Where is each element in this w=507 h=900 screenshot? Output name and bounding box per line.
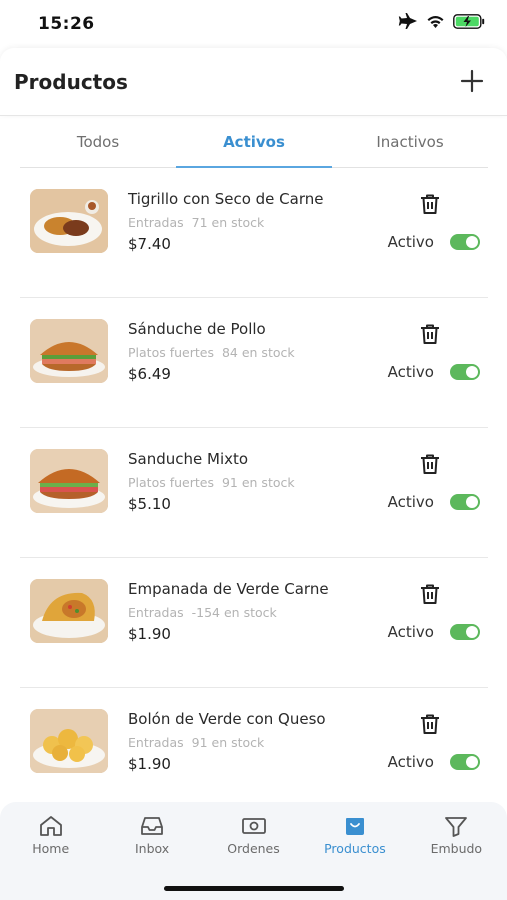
status-time: 15:26 bbox=[38, 14, 95, 34]
product-image bbox=[30, 189, 108, 253]
toggle-knob bbox=[466, 236, 478, 248]
active-toggle[interactable] bbox=[450, 754, 480, 770]
trash-icon[interactable] bbox=[418, 322, 442, 346]
funnel-icon bbox=[445, 817, 468, 837]
product-row[interactable]: Sánduche de Pollo Platos fuertes 84 en st… bbox=[20, 298, 488, 428]
trash-icon[interactable] bbox=[418, 582, 442, 606]
nav-embudo[interactable]: Embudo bbox=[406, 814, 507, 856]
trash-icon[interactable] bbox=[418, 192, 442, 216]
product-name: Empanada de Verde Carne bbox=[128, 580, 329, 598]
airplane-icon bbox=[398, 13, 418, 29]
nav-label: Embudo bbox=[430, 841, 483, 856]
page-header: Productos bbox=[0, 48, 507, 116]
status-icons bbox=[398, 13, 485, 29]
active-toggle[interactable] bbox=[450, 364, 480, 380]
product-row[interactable]: Bolón de Verde con Queso Entradas 91 en s… bbox=[20, 688, 488, 818]
active-toggle[interactable] bbox=[450, 494, 480, 510]
tab-todos[interactable]: Todos bbox=[20, 118, 176, 167]
toggle-knob bbox=[466, 366, 478, 378]
product-category: Platos fuertes bbox=[128, 475, 214, 490]
active-toggle[interactable] bbox=[450, 234, 480, 250]
product-name: Sanduche Mixto bbox=[128, 450, 249, 468]
nav-label: Inbox bbox=[135, 841, 170, 856]
product-meta: Entradas -154 en stock bbox=[128, 605, 277, 620]
product-category: Platos fuertes bbox=[128, 345, 214, 360]
product-image bbox=[30, 449, 108, 513]
product-name: Sánduche de Pollo bbox=[128, 320, 266, 338]
product-row[interactable]: Tigrillo con Seco de Carne Entradas 71 en… bbox=[20, 168, 488, 298]
product-price: $7.40 bbox=[128, 235, 171, 253]
tab-inactivos[interactable]: Inactivos bbox=[332, 118, 488, 167]
product-stock: 91 en stock bbox=[221, 475, 295, 490]
product-status: Activo bbox=[387, 493, 434, 511]
home-icon bbox=[39, 816, 62, 836]
product-meta: Entradas 71 en stock bbox=[128, 215, 264, 230]
product-list: Tigrillo con Seco de Carne Entradas 71 en… bbox=[20, 168, 488, 818]
plus-icon bbox=[460, 69, 484, 93]
nav-label: Ordenes bbox=[227, 841, 280, 856]
product-price: $6.49 bbox=[128, 365, 171, 383]
product-price: $5.10 bbox=[128, 495, 171, 513]
product-image bbox=[30, 579, 108, 643]
status-bar: 15:26 bbox=[0, 0, 507, 50]
product-image bbox=[30, 319, 108, 383]
nav-label: Productos bbox=[324, 841, 386, 856]
toggle-knob bbox=[466, 626, 478, 638]
shopping-bag-icon bbox=[345, 818, 364, 835]
active-toggle[interactable] bbox=[450, 624, 480, 640]
home-indicator bbox=[164, 886, 344, 891]
trash-icon[interactable] bbox=[418, 712, 442, 736]
product-name: Tigrillo con Seco de Carne bbox=[128, 190, 324, 208]
toggle-knob bbox=[466, 496, 478, 508]
toggle-knob bbox=[466, 756, 478, 768]
product-meta: Entradas 91 en stock bbox=[128, 735, 264, 750]
product-status: Activo bbox=[387, 623, 434, 641]
product-stock: 71 en stock bbox=[191, 215, 265, 230]
money-icon bbox=[241, 818, 266, 834]
product-stock: 84 en stock bbox=[221, 345, 295, 360]
product-row[interactable]: Empanada de Verde Carne Entradas -154 en … bbox=[20, 558, 488, 688]
product-stock: 91 en stock bbox=[191, 735, 265, 750]
product-name: Bolón de Verde con Queso bbox=[128, 710, 326, 728]
nav-label: Home bbox=[32, 841, 70, 856]
inbox-icon bbox=[141, 817, 164, 835]
product-status: Activo bbox=[387, 753, 434, 771]
nav-productos[interactable]: Productos bbox=[304, 814, 405, 856]
add-product-button[interactable] bbox=[459, 68, 485, 94]
nav-home[interactable]: Home bbox=[0, 814, 101, 856]
filter-tabs: Todos Activos Inactivos bbox=[20, 118, 488, 168]
tab-activos[interactable]: Activos bbox=[176, 118, 332, 168]
battery-charging-icon bbox=[453, 13, 485, 29]
product-status: Activo bbox=[387, 233, 434, 251]
product-stock: -154 en stock bbox=[191, 605, 277, 620]
product-category: Entradas bbox=[128, 735, 184, 750]
trash-icon[interactable] bbox=[418, 452, 442, 476]
product-category: Entradas bbox=[128, 215, 184, 230]
product-category: Entradas bbox=[128, 605, 184, 620]
product-price: $1.90 bbox=[128, 625, 171, 643]
nav-inbox[interactable]: Inbox bbox=[101, 814, 202, 856]
product-price: $1.90 bbox=[128, 755, 171, 773]
nav-ordenes[interactable]: Ordenes bbox=[203, 814, 304, 856]
product-meta: Platos fuertes 84 en stock bbox=[128, 345, 295, 360]
wifi-icon bbox=[426, 14, 445, 29]
product-image bbox=[30, 709, 108, 773]
product-meta: Platos fuertes 91 en stock bbox=[128, 475, 295, 490]
product-status: Activo bbox=[387, 363, 434, 381]
product-row[interactable]: Sanduche Mixto Platos fuertes 91 en stock… bbox=[20, 428, 488, 558]
page-title: Productos bbox=[14, 70, 128, 94]
